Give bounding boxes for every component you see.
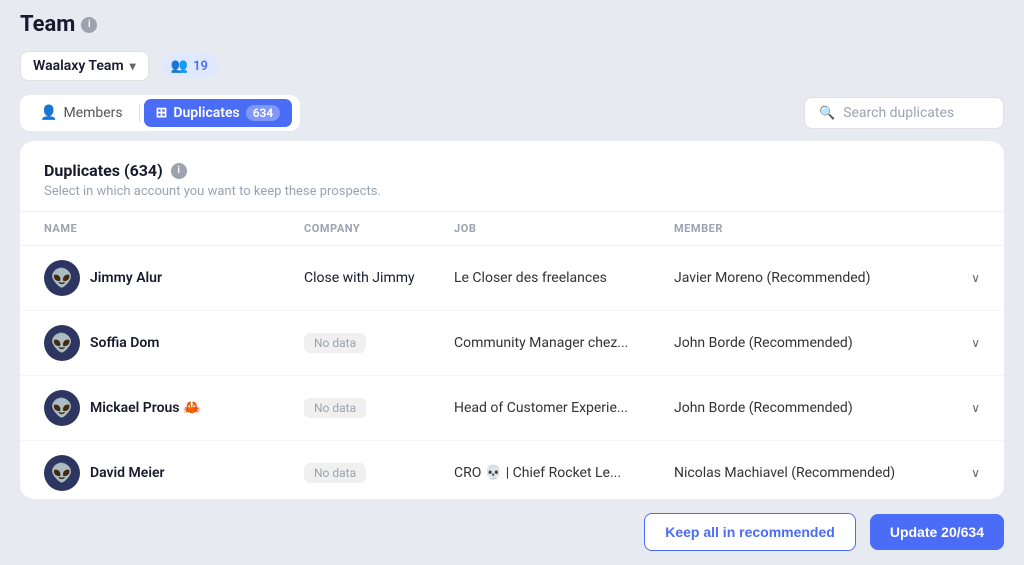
company-cell: No data <box>304 398 454 418</box>
no-data-badge: No data <box>304 398 366 418</box>
content-subtitle: Select in which account you want to keep… <box>44 184 980 199</box>
person-name: Jimmy Alur <box>90 270 162 286</box>
info-icon[interactable]: i <box>81 17 97 33</box>
keep-all-button[interactable]: Keep all in recommended <box>644 513 856 551</box>
member-chevron-icon[interactable]: ∨ <box>971 466 980 480</box>
page-title: Team <box>20 12 75 37</box>
member-chevron-icon[interactable]: ∨ <box>971 401 980 415</box>
job-cell: Le Closer des freelances <box>454 270 674 286</box>
company-cell: Close with Jimmy <box>304 270 454 286</box>
company-cell: No data <box>304 463 454 483</box>
no-data-badge: No data <box>304 463 366 483</box>
tabs-container: 👤 Members ⊞ Duplicates 634 <box>20 95 300 131</box>
company-cell: No data <box>304 333 454 353</box>
table-row: 👽 Soffia Dom No data Community Manager c… <box>20 311 1004 376</box>
search-box[interactable]: 🔍 Search duplicates <box>804 97 1004 129</box>
team-chevron-icon: ▾ <box>130 59 136 73</box>
content-title-row: Duplicates (634) i <box>44 161 980 180</box>
duplicates-badge: 634 <box>246 105 281 121</box>
page-wrapper: Team i Waalaxy Team ▾ 👥 19 👤 Members <box>0 0 1024 565</box>
member-chevron-icon[interactable]: ∨ <box>971 271 980 285</box>
header: Team i Waalaxy Team ▾ 👥 19 👤 Members <box>0 0 1024 131</box>
member-chevron-icon[interactable]: ∨ <box>971 336 980 350</box>
main-content: Duplicates (634) i Select in which accou… <box>20 141 1004 499</box>
footer: Keep all in recommended Update 20/634 <box>0 499 1024 565</box>
tab-members-label: Members <box>63 105 122 121</box>
person-name: David Meier <box>90 465 165 481</box>
search-placeholder: Search duplicates <box>843 105 954 121</box>
table-row: 👽 David Meier No data CRO 💀 | Chief Rock… <box>20 441 1004 499</box>
person-cell: 👽 Soffia Dom <box>44 325 304 361</box>
avatar: 👽 <box>44 390 80 426</box>
avatar: 👽 <box>44 455 80 491</box>
person-cell: 👽 Jimmy Alur <box>44 260 304 296</box>
member-count: 19 <box>193 59 208 74</box>
avatar: 👽 <box>44 260 80 296</box>
table-body: 👽 Jimmy Alur Close with Jimmy Le Closer … <box>20 246 1004 499</box>
tab-duplicates-label: Duplicates <box>173 105 239 121</box>
duplicates-icon: ⊞ <box>156 105 168 121</box>
job-cell: Head of Customer Experie... <box>454 400 674 416</box>
content-header: Duplicates (634) i Select in which accou… <box>20 141 1004 212</box>
person-cell: 👽 David Meier <box>44 455 304 491</box>
member-count-badge: 👥 19 <box>161 54 218 78</box>
member-cell[interactable]: Nicolas Machiavel (Recommended) ∨ <box>674 465 980 481</box>
update-button[interactable]: Update 20/634 <box>870 514 1004 550</box>
table-header: NAME COMPANY JOB MEMBER <box>20 212 1004 246</box>
avatar: 👽 <box>44 325 80 361</box>
col-job: JOB <box>454 222 674 235</box>
member-cell[interactable]: John Borde (Recommended) ∨ <box>674 400 980 416</box>
col-company: COMPANY <box>304 222 454 235</box>
company-name: Close with Jimmy <box>304 270 415 286</box>
person-cell: 👽 Mickael Prous 🦀 <box>44 390 304 426</box>
tab-divider <box>139 104 140 122</box>
search-icon: 🔍 <box>819 106 835 121</box>
members-icon: 👤 <box>40 105 57 121</box>
member-name: John Borde (Recommended) <box>674 335 853 351</box>
member-name: Nicolas Machiavel (Recommended) <box>674 465 895 481</box>
tab-duplicates[interactable]: ⊞ Duplicates 634 <box>144 99 293 127</box>
tabs-row: 👤 Members ⊞ Duplicates 634 🔍 Search dupl… <box>20 95 1004 131</box>
team-selector[interactable]: Waalaxy Team ▾ <box>20 51 149 81</box>
page-title-row: Team i <box>20 12 1004 37</box>
member-name: Javier Moreno (Recommended) <box>674 270 870 286</box>
person-name: Mickael Prous 🦀 <box>90 400 200 416</box>
toolbar-row: Waalaxy Team ▾ 👥 19 <box>20 51 1004 81</box>
table-row: 👽 Jimmy Alur Close with Jimmy Le Closer … <box>20 246 1004 311</box>
tab-members[interactable]: 👤 Members <box>28 99 135 127</box>
job-cell: Community Manager chez... <box>454 335 674 351</box>
table-row: 👽 Mickael Prous 🦀 No data Head of Custom… <box>20 376 1004 441</box>
member-cell[interactable]: Javier Moreno (Recommended) ∨ <box>674 270 980 286</box>
content-title: Duplicates (634) <box>44 161 163 180</box>
person-name: Soffia Dom <box>90 335 159 351</box>
member-icon: 👥 <box>171 58 188 74</box>
member-name: John Borde (Recommended) <box>674 400 853 416</box>
content-info-icon[interactable]: i <box>171 163 187 179</box>
col-name: NAME <box>44 222 304 235</box>
col-member: MEMBER <box>674 222 980 235</box>
job-cell: CRO 💀 | Chief Rocket Le... <box>454 465 674 481</box>
no-data-badge: No data <box>304 333 366 353</box>
member-cell[interactable]: John Borde (Recommended) ∨ <box>674 335 980 351</box>
team-name: Waalaxy Team <box>33 58 124 74</box>
